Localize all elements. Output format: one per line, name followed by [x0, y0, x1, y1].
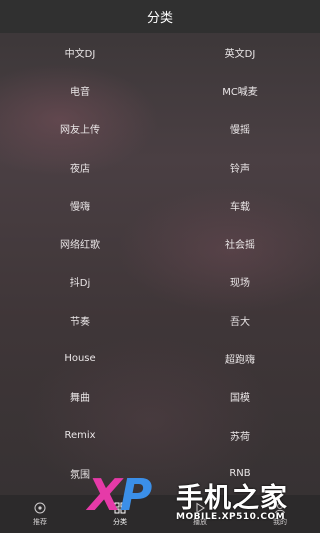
watermark-brand: 手机之家	[176, 483, 288, 514]
category-item[interactable]: House	[0, 339, 160, 377]
category-item[interactable]: 慢摇	[160, 110, 320, 148]
category-item[interactable]: 网络红歌	[0, 224, 160, 262]
category-item[interactable]: 吾大	[160, 301, 320, 339]
category-item[interactable]: 夜店	[0, 148, 160, 186]
category-item[interactable]: 英文DJ	[160, 33, 320, 71]
page-header: 分类	[0, 0, 320, 33]
watermark-logo: XP 手机之家 MOBILE.XP510.COM	[88, 470, 320, 530]
category-grid: 中文DJ 英文DJ 电音 MC喊麦 网友上传 慢摇 夜店 铃声 慢嗨 车载 网络…	[0, 33, 320, 493]
category-item[interactable]: 车载	[160, 186, 320, 224]
category-item[interactable]: 国模	[160, 378, 320, 416]
watermark-xp: XP	[88, 470, 152, 522]
category-item[interactable]: 网友上传	[0, 110, 160, 148]
category-item[interactable]: 慢嗨	[0, 186, 160, 224]
watermark-x: X	[88, 470, 122, 521]
category-item[interactable]: MC喊麦	[160, 71, 320, 109]
tab-label: 推荐	[33, 517, 47, 526]
category-item[interactable]: 中文DJ	[0, 33, 160, 71]
page-title: 分类	[146, 11, 173, 26]
category-item[interactable]: 节奏	[0, 301, 160, 339]
category-item[interactable]: 电音	[0, 71, 160, 109]
category-item[interactable]: Remix	[0, 416, 160, 454]
target-icon	[34, 502, 46, 513]
category-item[interactable]: 抖Dj	[0, 263, 160, 301]
tab-recommend[interactable]: 推荐	[0, 495, 80, 533]
category-item[interactable]: 现场	[160, 263, 320, 301]
watermark-url: MOBILE.XP510.COM	[176, 512, 286, 522]
category-item[interactable]: 苏荷	[160, 416, 320, 454]
category-item[interactable]: 超跑嗨	[160, 339, 320, 377]
watermark-p: P	[119, 470, 152, 521]
category-item[interactable]: 铃声	[160, 148, 320, 186]
category-item[interactable]: 舞曲	[0, 378, 160, 416]
category-item[interactable]: 社会摇	[160, 224, 320, 262]
